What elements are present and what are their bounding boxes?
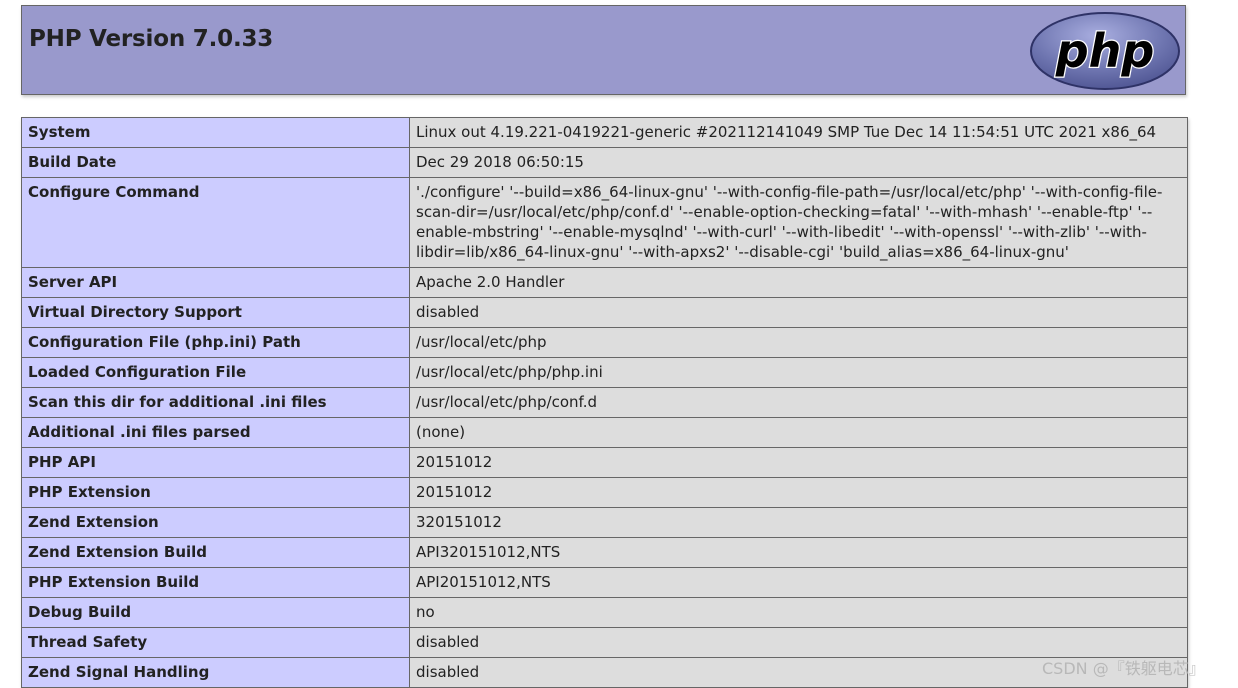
row-value: Linux out 4.19.221-0419221-generic #2021… [409, 117, 1188, 148]
row-value: API20151012,NTS [409, 567, 1188, 598]
table-row: Build Date Dec 29 2018 06:50:15 [21, 147, 1188, 178]
row-value: disabled [409, 627, 1188, 658]
row-key: Zend Extension Build [21, 537, 410, 568]
table-row: Thread Safety disabled [21, 627, 1188, 658]
table-row: System Linux out 4.19.221-0419221-generic… [21, 117, 1188, 148]
table-row: Server API Apache 2.0 Handler [21, 267, 1188, 298]
row-key: PHP Extension Build [21, 567, 410, 598]
row-value: /usr/local/etc/php/conf.d [409, 387, 1188, 418]
row-key: Thread Safety [21, 627, 410, 658]
row-value: Apache 2.0 Handler [409, 267, 1188, 298]
row-value: /usr/local/etc/php/php.ini [409, 357, 1188, 388]
table-row: Zend Signal Handling disabled [21, 657, 1188, 688]
table-row: Configuration File (php.ini) Path/usr/lo… [21, 327, 1188, 358]
row-key: PHP API [21, 447, 410, 478]
row-value: disabled [409, 297, 1188, 328]
info-table: System Linux out 4.19.221-0419221-generic… [21, 117, 1188, 688]
row-value: 20151012 [409, 477, 1188, 508]
row-key: Configuration File (php.ini) Path [21, 327, 410, 358]
table-row: Additional .ini files parsed (none) [21, 417, 1188, 448]
row-key: Scan this dir for additional .ini files [21, 387, 410, 418]
table-row: Debug Build no [21, 597, 1188, 628]
table-row: PHP Extension 20151012 [21, 477, 1188, 508]
php-logo: php [1030, 12, 1180, 90]
row-key: Build Date [21, 147, 410, 178]
row-key: Debug Build [21, 597, 410, 628]
row-key: System [21, 117, 410, 148]
page-title: PHP Version 7.0.33 [29, 26, 274, 52]
row-key: Zend Extension [21, 507, 410, 538]
table-row: PHP API 20151012 [21, 447, 1188, 478]
phpinfo-header: PHP Version 7.0.33 php [21, 5, 1186, 95]
table-row: PHP Extension Build API20151012,NTS [21, 567, 1188, 598]
row-key: Zend Signal Handling [21, 657, 410, 688]
php-logo-text: php [1055, 24, 1155, 78]
table-row: Zend Extension Build API320151012,NTS [21, 537, 1188, 568]
row-value: './configure' '--build=x86_64-linux-gnu'… [409, 177, 1188, 268]
info-table-body: System Linux out 4.19.221-0419221-generic… [21, 117, 1188, 688]
row-value: 320151012 [409, 507, 1188, 538]
table-row: Loaded Configuration File/usr/local/etc/… [21, 357, 1188, 388]
row-key: Server API [21, 267, 410, 298]
row-key: Configure Command [21, 177, 410, 268]
table-row: Zend Extension 320151012 [21, 507, 1188, 538]
row-value: API320151012,NTS [409, 537, 1188, 568]
row-key: Virtual Directory Support [21, 297, 410, 328]
row-value: /usr/local/etc/php [409, 327, 1188, 358]
row-key: Additional .ini files parsed [21, 417, 410, 448]
row-value: no [409, 597, 1188, 628]
row-value: Dec 29 2018 06:50:15 [409, 147, 1188, 178]
row-value: (none) [409, 417, 1188, 448]
row-key: PHP Extension [21, 477, 410, 508]
table-row: Virtual Directory Support disabled [21, 297, 1188, 328]
row-value: 20151012 [409, 447, 1188, 478]
watermark: CSDN @『铁躯电芯』 [1042, 659, 1205, 678]
table-row: Configure Command './configure' '--build=… [21, 177, 1188, 268]
table-row: Scan this dir for additional .ini files /… [21, 387, 1188, 418]
row-key: Loaded Configuration File [21, 357, 410, 388]
